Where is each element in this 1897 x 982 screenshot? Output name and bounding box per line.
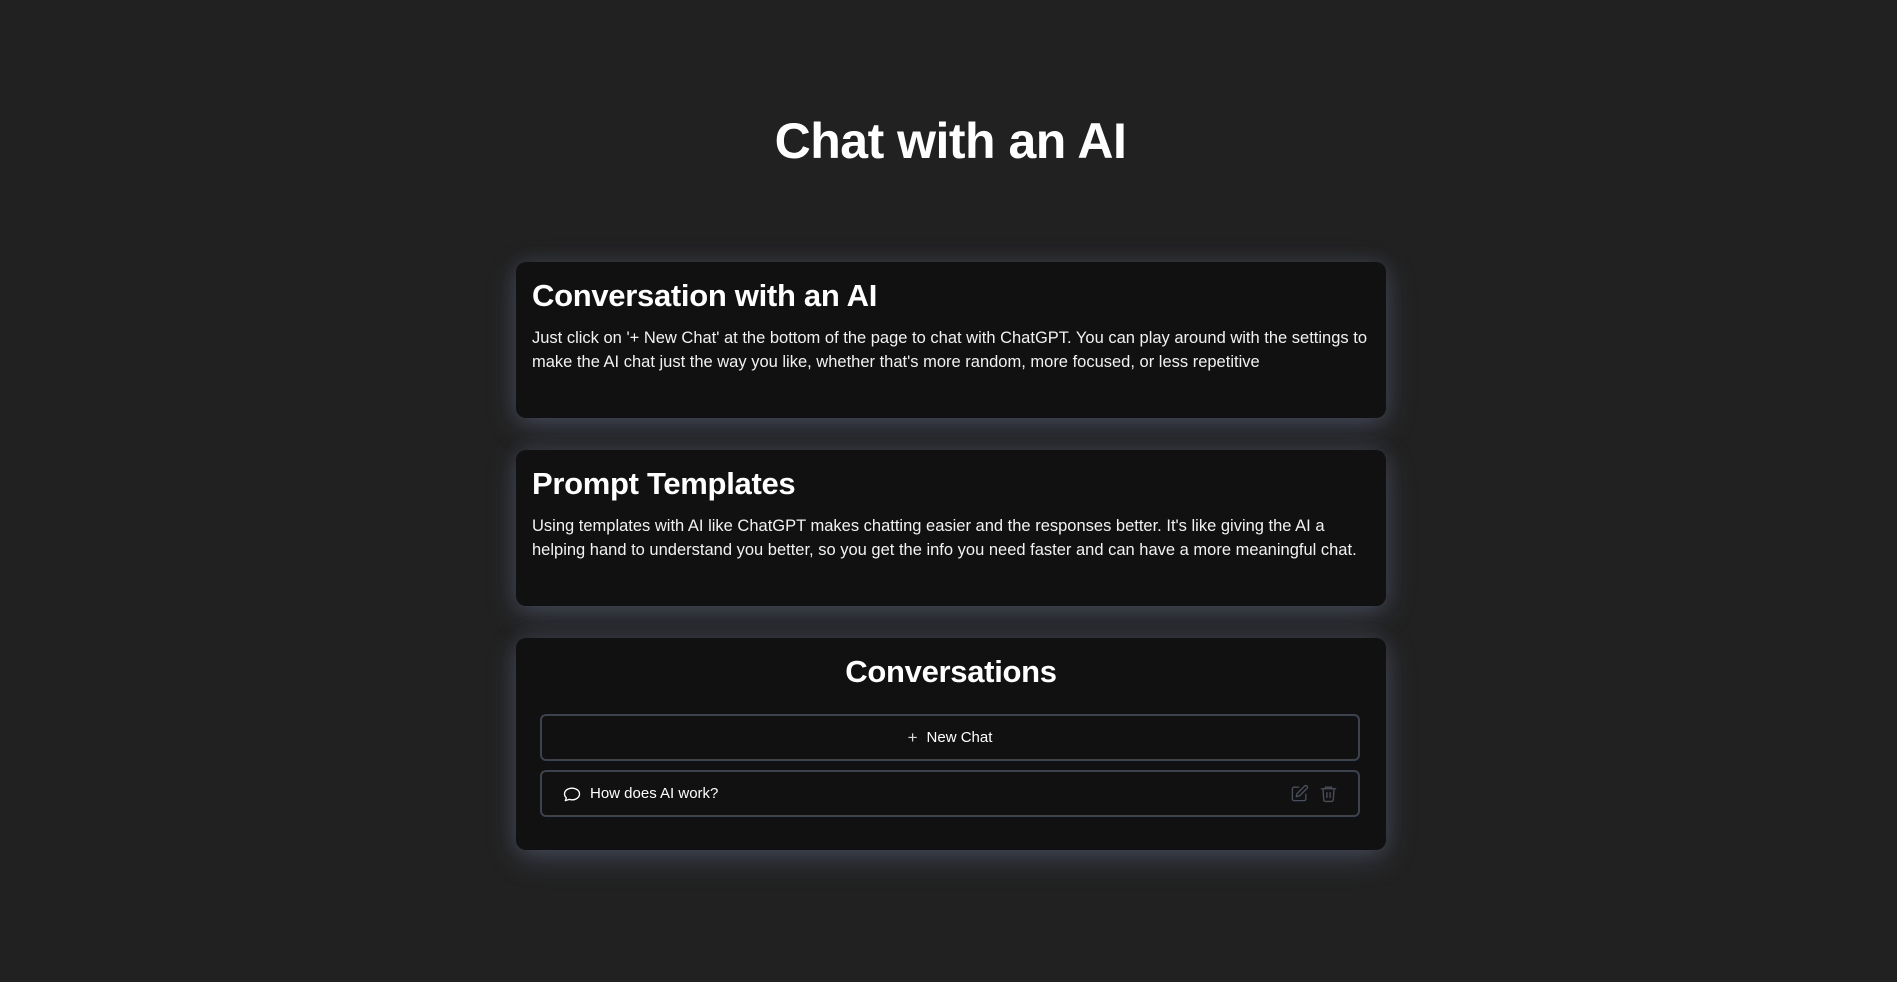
conversation-card-heading: Conversation with an AI [532, 278, 878, 313]
page-title: Chat with an AI [774, 113, 1127, 169]
plus-icon: + [907, 728, 918, 747]
trash-icon[interactable] [1319, 784, 1338, 803]
conversation-item[interactable]: How does AI work? [540, 770, 1360, 817]
conversation-card-body: Just click on '+ New Chat' at the bottom… [532, 329, 1367, 371]
conversations-panel: Conversations + New Chat How does AI wor… [516, 638, 1386, 850]
conversation-title: How does AI work? [590, 785, 719, 802]
prompt-templates-card: Prompt Templates Using templates with AI… [516, 450, 1386, 606]
chat-bubble-icon [562, 784, 582, 804]
conversations-heading: Conversations [845, 654, 1057, 689]
conversation-info-card: Conversation with an AI Just click on '+… [516, 262, 1386, 418]
new-chat-label: New Chat [926, 729, 993, 746]
templates-card-heading: Prompt Templates [532, 466, 796, 501]
templates-card-body: Using templates with AI like ChatGPT mak… [532, 517, 1357, 559]
new-chat-button[interactable]: + New Chat [540, 714, 1360, 761]
edit-icon[interactable] [1290, 784, 1309, 803]
